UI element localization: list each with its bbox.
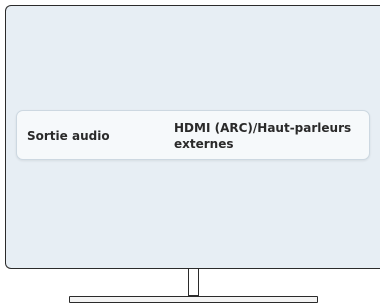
tv-stand-base <box>69 296 318 303</box>
setting-value: HDMI (ARC)/Haut-parleurs externes <box>174 121 352 151</box>
tv-screen: Sortie audio HDMI (ARC)/Haut-parleurs ex… <box>5 5 380 269</box>
tv-stand-neck <box>188 269 199 296</box>
setting-row-audio-output[interactable]: Sortie audio HDMI (ARC)/Haut-parleurs ex… <box>16 110 370 160</box>
setting-label: Sortie audio <box>27 129 110 143</box>
